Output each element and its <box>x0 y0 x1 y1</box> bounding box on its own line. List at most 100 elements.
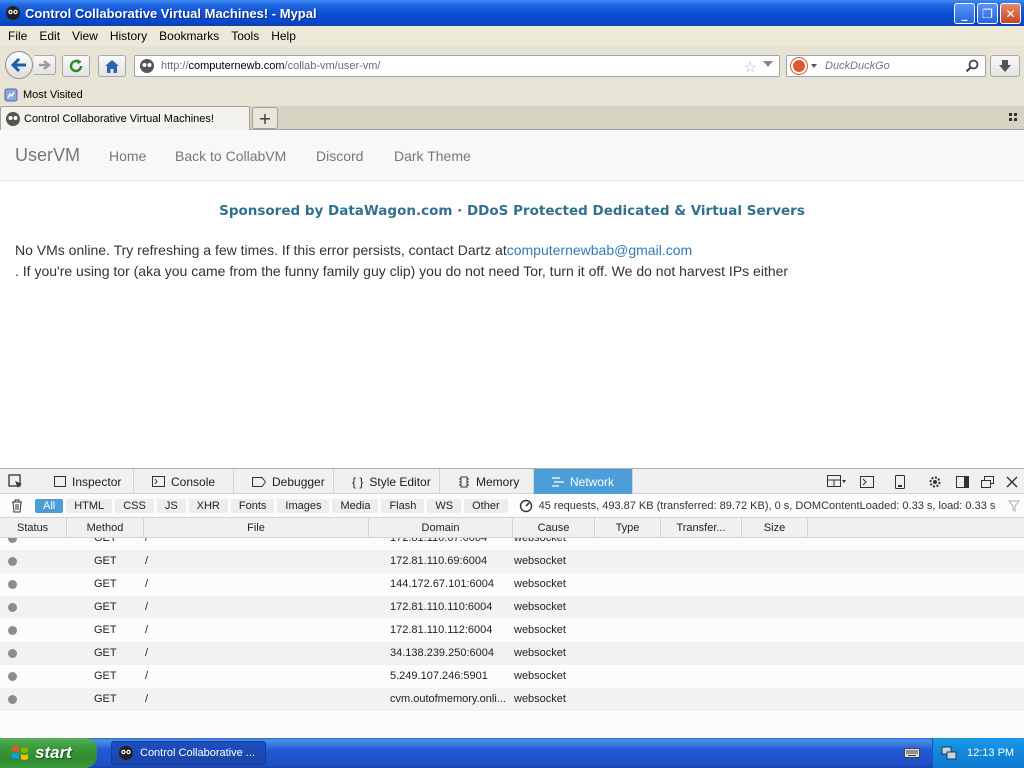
column-cause[interactable]: Cause <box>513 518 595 538</box>
url-text[interactable]: http://computernewb.com/collab-vm/user-v… <box>161 60 381 72</box>
sponsor-banner[interactable]: Sponsored by DataWagon.com · DDoS Protec… <box>0 203 1024 219</box>
row-cause: websocket <box>514 555 566 567</box>
filter-all[interactable]: All <box>35 498 64 513</box>
contact-email-link[interactable]: computernewbab@gmail.com <box>507 242 692 258</box>
nav-back-to-collabvm[interactable]: Back to CollabVM <box>175 148 286 164</box>
mypal-taskbar-icon <box>119 746 133 760</box>
forward-button[interactable] <box>34 55 56 75</box>
scratchpad-button[interactable] <box>858 473 876 491</box>
clock[interactable]: 12:13 PM <box>967 747 1014 759</box>
filter-fonts[interactable]: Fonts <box>230 498 275 513</box>
column-size[interactable]: Size <box>742 518 808 538</box>
menu-history[interactable]: History <box>104 29 153 43</box>
start-button[interactable]: start <box>0 738 97 768</box>
downloads-button[interactable] <box>990 55 1020 77</box>
menu-edit[interactable]: Edit <box>33 29 66 43</box>
filter-js[interactable]: JS <box>156 498 186 513</box>
taskbar-item-label: Control Collaborative ... <box>140 747 255 759</box>
devtools-tab-inspector[interactable]: Inspector <box>36 469 134 494</box>
page-content: UserVM Home Back to CollabVM Discord Dar… <box>0 130 1024 468</box>
filter-media[interactable]: Media <box>332 498 379 513</box>
search-engine-dropdown-icon[interactable] <box>811 64 817 68</box>
search-input[interactable] <box>823 59 963 73</box>
devtools-settings-button[interactable] <box>926 473 944 491</box>
dock-side-button[interactable] <box>953 473 971 491</box>
url-bar[interactable]: http://computernewb.com/collab-vm/user-v… <box>134 55 780 77</box>
table-row[interactable]: GET / 5.249.107.246:5901 websocket <box>0 665 1024 688</box>
column-domain[interactable]: Domain <box>369 518 513 538</box>
maximize-button[interactable]: ❐ <box>977 3 998 24</box>
row-method: GET <box>94 555 117 567</box>
menu-tools[interactable]: Tools <box>225 29 265 43</box>
column-file[interactable]: File <box>144 518 369 538</box>
site-brand[interactable]: UserVM <box>15 145 80 166</box>
home-button[interactable] <box>98 55 126 77</box>
nav-dark-theme[interactable]: Dark Theme <box>394 148 471 164</box>
devtools-tab-style-editor[interactable]: { } Style Editor <box>334 469 440 494</box>
bookmarks-toolbar: Most Visited <box>0 84 1024 106</box>
devtools-tab-memory[interactable]: Memory <box>440 469 534 494</box>
row-cause: websocket <box>514 670 566 682</box>
nav-discord[interactable]: Discord <box>316 148 363 164</box>
bookmark-most-visited[interactable]: Most Visited <box>23 89 83 101</box>
bookmark-star-icon[interactable]: ☆ <box>744 58 757 76</box>
tab-label: Control Collaborative Virtual Machines! <box>24 112 214 125</box>
filter-other[interactable]: Other <box>464 498 508 513</box>
network-connection-icon[interactable] <box>941 745 957 761</box>
filter-flash[interactable]: Flash <box>381 498 425 513</box>
site-favicon-icon <box>140 59 154 73</box>
filter-css[interactable]: CSS <box>115 498 154 513</box>
new-tab-button[interactable]: + <box>252 107 278 129</box>
nav-home[interactable]: Home <box>109 148 146 164</box>
row-cause: websocket <box>514 647 566 659</box>
window-titlebar[interactable]: Control Collaborative Virtual Machines! … <box>0 0 1024 26</box>
tab-list-icon[interactable] <box>1008 112 1018 122</box>
trash-icon[interactable] <box>11 499 23 513</box>
table-row[interactable]: GET / 144.172.67.101:6004 websocket <box>0 573 1024 596</box>
element-picker-icon[interactable] <box>8 474 24 490</box>
taskbar-item-mypal[interactable]: Control Collaborative ... <box>111 741 266 765</box>
menu-help[interactable]: Help <box>265 29 302 43</box>
reload-button[interactable] <box>62 55 90 77</box>
row-domain: 144.172.67.101:6004 <box>390 578 494 590</box>
close-button[interactable]: ✕ <box>1000 3 1021 24</box>
undock-button[interactable] <box>978 473 996 491</box>
minimize-button[interactable]: _ <box>954 3 975 24</box>
url-scheme: http:// <box>161 60 189 72</box>
table-row[interactable]: GET / 172.81.110.110:6004 websocket <box>0 596 1024 619</box>
split-console-button[interactable] <box>826 473 848 491</box>
table-row[interactable]: GET / 172.81.110.112:6004 websocket <box>0 619 1024 642</box>
table-row[interactable]: GET / 34.138.239.250:6004 websocket <box>0 642 1024 665</box>
devtools-tab-console[interactable]: Console <box>134 469 234 494</box>
devtools-tab-debugger[interactable]: Debugger <box>234 469 334 494</box>
url-history-dropdown-icon[interactable] <box>763 61 773 67</box>
filter-html[interactable]: HTML <box>66 498 113 513</box>
filter-images[interactable]: Images <box>277 498 330 513</box>
close-devtools-button[interactable] <box>1003 473 1021 491</box>
filter-funnel-icon[interactable] <box>1008 500 1020 512</box>
table-row[interactable]: GET / cvm.outofmemory.onli... websocket <box>0 688 1024 711</box>
column-method[interactable]: Method <box>67 518 144 538</box>
filter-xhr[interactable]: XHR <box>188 498 228 513</box>
filter-ws[interactable]: WS <box>427 498 462 513</box>
windows-icon <box>980 476 994 488</box>
status-dot-icon <box>8 557 17 566</box>
search-icon[interactable] <box>965 59 979 73</box>
table-row[interactable]: GET / 172.81.110.69:6004 websocket <box>0 550 1024 573</box>
row-cause: websocket <box>514 624 566 636</box>
back-button[interactable] <box>5 51 33 79</box>
column-status[interactable]: Status <box>0 518 67 538</box>
keyboard-icon[interactable] <box>904 746 920 759</box>
column-type[interactable]: Type <box>595 518 661 538</box>
status-dot-icon <box>8 695 17 704</box>
responsive-design-button[interactable] <box>891 473 909 491</box>
table-row[interactable]: GET / 172.81.110.67:6004 websocket <box>0 538 1024 550</box>
duckduckgo-icon[interactable] <box>791 58 807 74</box>
tab-control-collaborative[interactable]: Control Collaborative Virtual Machines! <box>0 106 250 130</box>
column-transferred[interactable]: Transfer... <box>661 518 742 538</box>
menu-bookmarks[interactable]: Bookmarks <box>153 29 225 43</box>
devtools-tab-network[interactable]: Network <box>534 469 633 494</box>
menu-file[interactable]: File <box>2 29 33 43</box>
menu-view[interactable]: View <box>66 29 104 43</box>
performance-analysis-icon[interactable] <box>519 499 533 513</box>
